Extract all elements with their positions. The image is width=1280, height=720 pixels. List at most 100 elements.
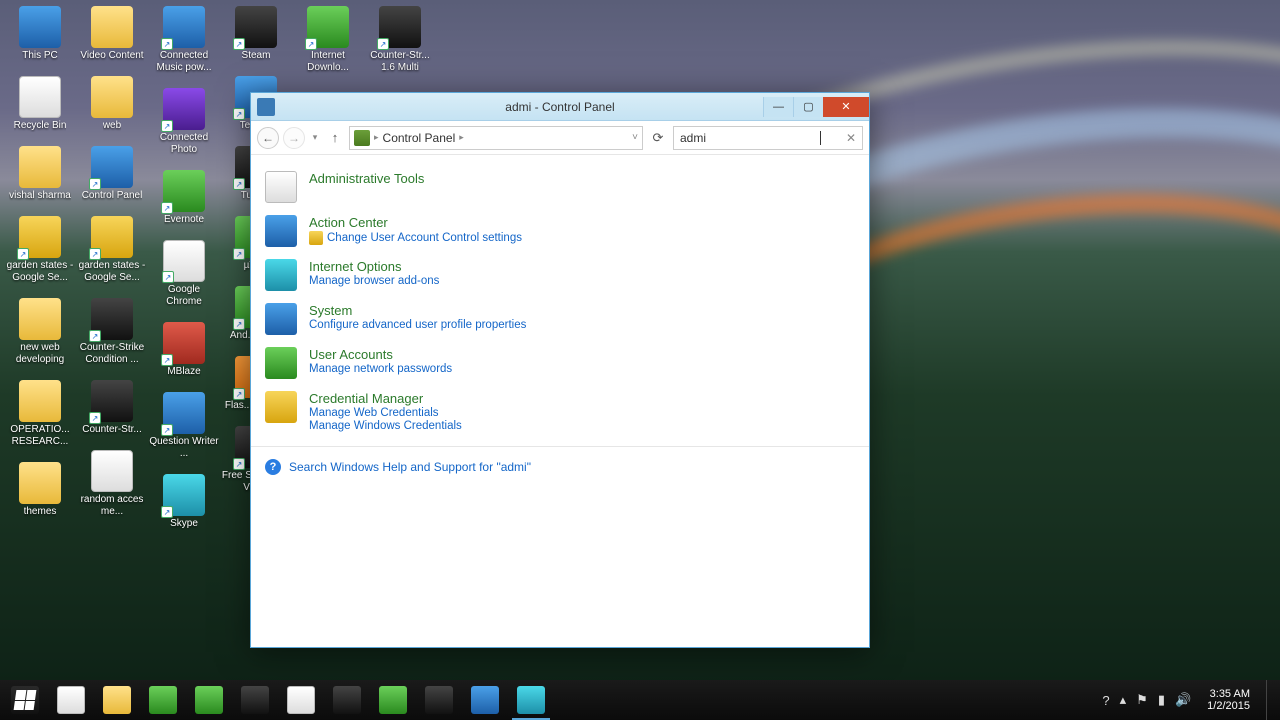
- desktop-icon[interactable]: ↗Counter-Str... 1.6 Multi: [364, 6, 436, 74]
- shortcut-arrow-icon: ↗: [233, 178, 245, 190]
- taskbar-control-panel[interactable]: [508, 680, 554, 720]
- desktop-icon[interactable]: Recycle Bin: [4, 76, 76, 132]
- taskbar-media-player[interactable]: [462, 680, 508, 720]
- desktop-icon[interactable]: themes: [4, 462, 76, 518]
- shortcut-arrow-icon: ↗: [233, 458, 245, 470]
- desktop-icon-label: Skype: [170, 518, 198, 530]
- address-bar: ← → ▾ ↑ ▸ Control Panel ▸ ˅ ⟳ ✕: [251, 121, 869, 155]
- result-sublink[interactable]: Manage Windows Credentials: [309, 420, 462, 432]
- desktop-icon-label: OPERATIO... RESEARC...: [5, 424, 75, 448]
- app-icon: [91, 450, 133, 492]
- desktop-icon[interactable]: ↗Connected Photo: [148, 88, 220, 156]
- result-title[interactable]: Action Center: [309, 215, 522, 230]
- taskbar-file-explorer[interactable]: [94, 680, 140, 720]
- desktop-icon[interactable]: ↗Internet Downlo...: [292, 6, 364, 74]
- desktop-icon[interactable]: ↗Steam: [220, 6, 292, 62]
- control-panel-icon: [517, 686, 545, 714]
- chevron-down-icon[interactable]: ˅: [632, 132, 638, 143]
- desktop-icon-label: Control Panel: [82, 190, 143, 202]
- result-sublink[interactable]: Change User Account Control settings: [309, 231, 522, 245]
- clear-search-icon[interactable]: ✕: [846, 131, 856, 145]
- taskbar-google-chrome[interactable]: [278, 680, 324, 720]
- nav-up-button[interactable]: ↑: [325, 127, 345, 149]
- taskbar-start[interactable]: [2, 680, 48, 720]
- search-input-field[interactable]: [680, 131, 820, 145]
- taskbar-windows-store[interactable]: [186, 680, 232, 720]
- desktop-icon-label: Connected Music pow...: [149, 50, 219, 74]
- taskbar-half-life[interactable]: [416, 680, 462, 720]
- app-icon: [91, 76, 133, 118]
- help-icon: ?: [265, 459, 281, 475]
- help-search-link[interactable]: Search Windows Help and Support for "adm…: [289, 460, 531, 474]
- result-title[interactable]: User Accounts: [309, 347, 452, 362]
- taskbar-hp-assistant[interactable]: [48, 680, 94, 720]
- desktop-icon-label: Evernote: [164, 214, 204, 226]
- desktop-icon[interactable]: ↗Connected Music pow...: [148, 6, 220, 74]
- desktop-icon[interactable]: new web developing: [4, 298, 76, 366]
- desktop-icon[interactable]: ↗garden states - Google Se...: [76, 216, 148, 284]
- window-close-button[interactable]: ✕: [823, 97, 869, 117]
- desktop-icon-label: Question Writer ...: [149, 436, 219, 460]
- refresh-button[interactable]: ⟳: [647, 127, 669, 149]
- help-search-row[interactable]: ? Search Windows Help and Support for "ad…: [265, 455, 855, 487]
- desktop-icon[interactable]: ↗Control Panel: [76, 146, 148, 202]
- desktop-icon[interactable]: web: [76, 76, 148, 132]
- result-title[interactable]: Administrative Tools: [309, 171, 424, 186]
- nav-back-button[interactable]: ←: [257, 127, 279, 149]
- taskbar-utorrent[interactable]: [140, 680, 186, 720]
- desktop-icon[interactable]: ↗Question Writer ...: [148, 392, 220, 460]
- window-system-icon[interactable]: [257, 98, 275, 116]
- result-sublink[interactable]: Configure advanced user profile properti…: [309, 319, 526, 331]
- result-icon: [265, 347, 297, 379]
- nav-history-dropdown[interactable]: ▾: [309, 132, 321, 143]
- app-icon: ↗: [379, 6, 421, 48]
- desktop-icon[interactable]: ↗Evernote: [148, 170, 220, 226]
- system-tray[interactable]: ? ▴ ⚑ ▮ 🔊 3:35 AM 1/2/2015: [1102, 680, 1278, 720]
- taskbar[interactable]: ? ▴ ⚑ ▮ 🔊 3:35 AM 1/2/2015: [0, 680, 1280, 720]
- network-icon[interactable]: ▮: [1158, 692, 1165, 708]
- desktop-icon[interactable]: OPERATIO... RESEARC...: [4, 380, 76, 448]
- nav-forward-button[interactable]: →: [283, 127, 305, 149]
- desktop-icon-label: random acces me...: [77, 494, 147, 518]
- show-desktop-button[interactable]: [1266, 680, 1274, 720]
- desktop-icon[interactable]: ↗Counter-Str...: [76, 380, 148, 436]
- result-sublink[interactable]: Manage network passwords: [309, 363, 452, 375]
- desktop-icon[interactable]: ↗garden states - Google Se...: [4, 216, 76, 284]
- shortcut-arrow-icon: ↗: [161, 38, 173, 50]
- control-panel-window: admi - Control Panel — ▢ ✕ ← → ▾ ↑ ▸ Con…: [250, 92, 870, 648]
- desktop-icon[interactable]: Video Content: [76, 6, 148, 62]
- taskbar-free-screen-to-video[interactable]: [232, 680, 278, 720]
- taskbar-sublime-text[interactable]: [324, 680, 370, 720]
- sublime-text-icon: [333, 686, 361, 714]
- result-sublink[interactable]: Manage browser add-ons: [309, 275, 439, 287]
- action-center-icon[interactable]: ⚑: [1136, 692, 1148, 708]
- window-titlebar[interactable]: admi - Control Panel — ▢ ✕: [251, 93, 869, 121]
- desktop-icon[interactable]: vishal sharma: [4, 146, 76, 202]
- result-title[interactable]: Internet Options: [309, 259, 439, 274]
- result-icon: [265, 215, 297, 247]
- result-title[interactable]: System: [309, 303, 526, 318]
- volume-icon[interactable]: 🔊: [1175, 692, 1191, 708]
- help-icon[interactable]: ?: [1102, 693, 1109, 708]
- desktop-icon[interactable]: ↗MBlaze: [148, 322, 220, 378]
- taskbar-android-studio[interactable]: [370, 680, 416, 720]
- search-results: Administrative Tools Action CenterChange …: [251, 155, 869, 647]
- desktop-icon[interactable]: This PC: [4, 6, 76, 62]
- desktop-icon[interactable]: random acces me...: [76, 450, 148, 518]
- taskbar-clock[interactable]: 3:35 AM 1/2/2015: [1201, 688, 1256, 712]
- breadcrumb[interactable]: ▸ Control Panel ▸ ˅: [349, 126, 643, 150]
- window-minimize-button[interactable]: —: [763, 97, 793, 117]
- file-explorer-icon: [103, 686, 131, 714]
- app-icon: [19, 76, 61, 118]
- result-sublink[interactable]: Manage Web Credentials: [309, 407, 462, 419]
- result-icon: [265, 171, 297, 203]
- search-input[interactable]: ✕: [673, 126, 863, 150]
- desktop-icon[interactable]: ↗Skype: [148, 474, 220, 530]
- window-maximize-button[interactable]: ▢: [793, 97, 823, 117]
- desktop-icon[interactable]: ↗Google Chrome: [148, 240, 220, 308]
- result-title[interactable]: Credential Manager: [309, 391, 462, 406]
- breadcrumb-item[interactable]: Control Panel: [383, 131, 456, 145]
- desktop-icon[interactable]: ↗Counter-Strike Condition ...: [76, 298, 148, 366]
- chevron-right-icon: ▸: [374, 132, 379, 143]
- tray-expand-icon[interactable]: ▴: [1120, 692, 1127, 708]
